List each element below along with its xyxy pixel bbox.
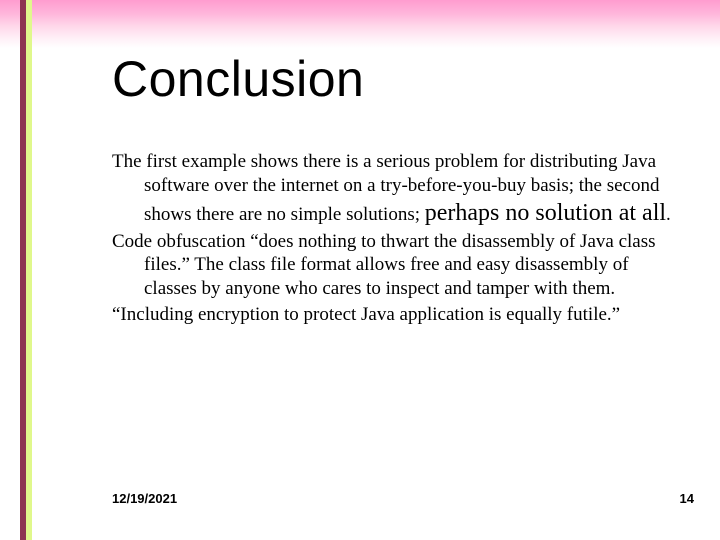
paragraph-3: “Including encryption to protect Java ap…	[112, 303, 672, 327]
slide-title: Conclusion	[112, 50, 364, 108]
left-bar-light	[26, 0, 32, 540]
top-gradient-decoration	[0, 0, 720, 48]
footer-page-number: 14	[680, 491, 694, 506]
footer-date: 12/19/2021	[112, 491, 177, 506]
paragraph-1-emphasis: perhaps no solution at all	[425, 200, 666, 226]
paragraph-1-text-c: .	[666, 204, 671, 225]
paragraph-2: Code obfuscation “does nothing to thwart…	[112, 230, 672, 301]
slide-body: The first example shows there is a serio…	[112, 150, 672, 329]
paragraph-1: The first example shows there is a serio…	[112, 150, 672, 228]
